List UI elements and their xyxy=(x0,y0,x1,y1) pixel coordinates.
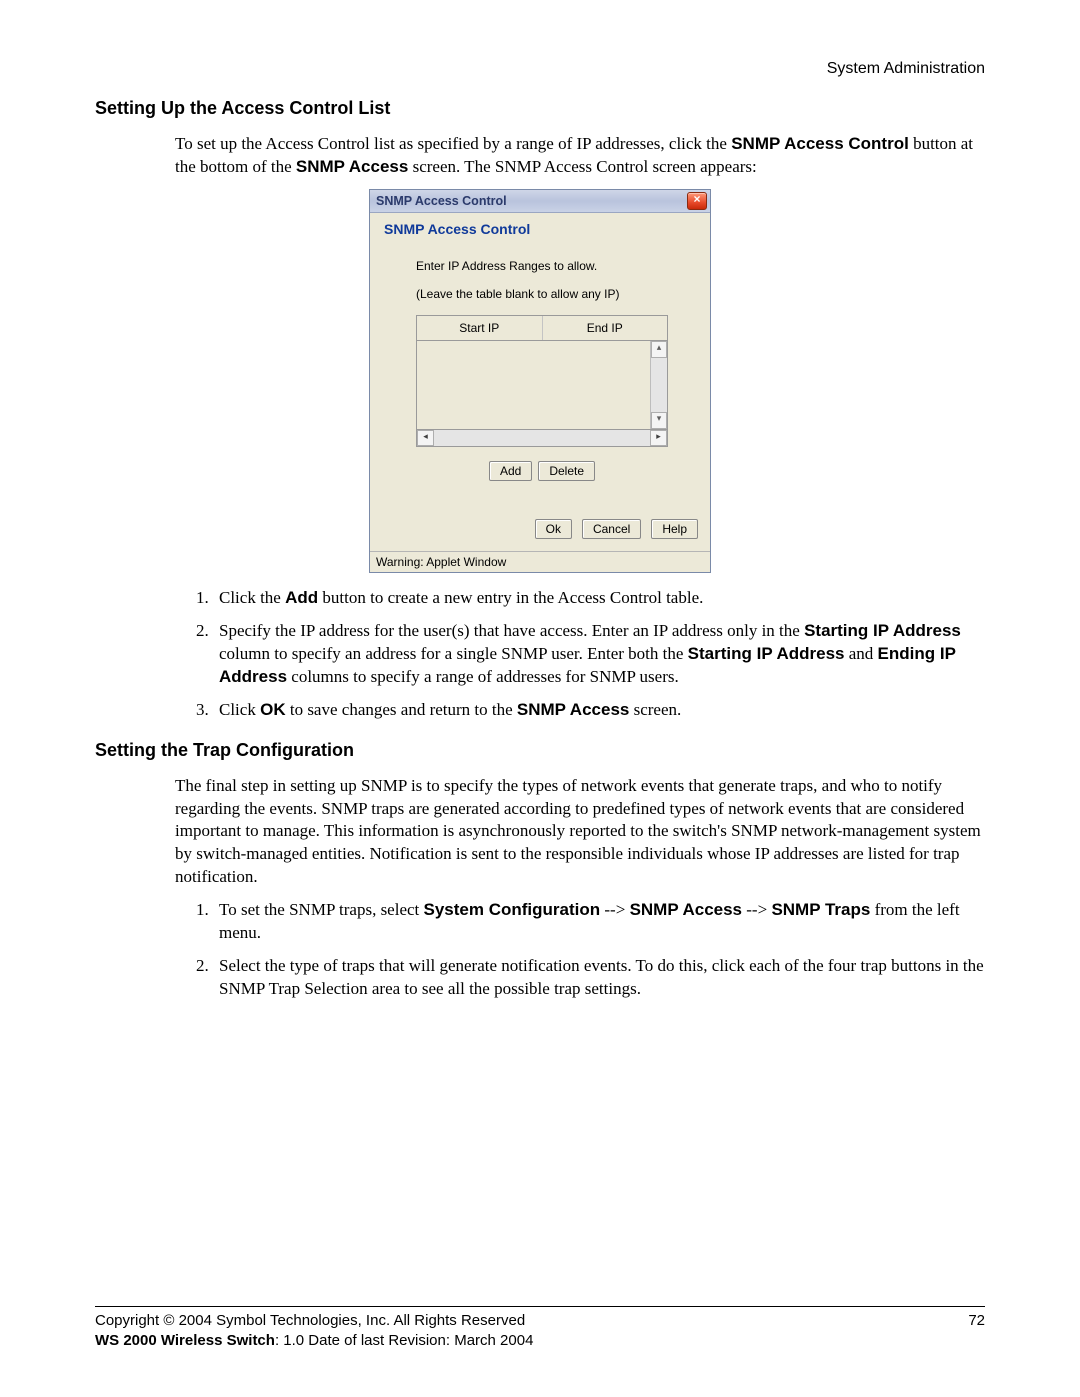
bold-text: SNMP Access xyxy=(517,700,629,719)
list-item: Click OK to save changes and return to t… xyxy=(213,699,985,722)
statusbar: Warning: Applet Window xyxy=(370,551,710,572)
bold-text: SNMP Access xyxy=(630,900,742,919)
table-body[interactable]: ▴ ▾ xyxy=(416,341,668,429)
scroll-up-icon[interactable]: ▴ xyxy=(651,341,667,358)
dialog-footer-buttons: Ok Cancel Help xyxy=(374,497,706,547)
text: screen. xyxy=(629,700,681,719)
ip-table: Start IP End IP ▴ ▾ ◂ ▸ xyxy=(416,315,668,447)
bold-text: SNMP Traps xyxy=(771,900,870,919)
text: Click the xyxy=(219,588,285,607)
copyright: Copyright © 2004 Symbol Technologies, In… xyxy=(95,1312,525,1329)
bold-text: Starting IP Address xyxy=(804,621,961,640)
panel-title: SNMP Access Control xyxy=(374,219,706,245)
table-header-row: Start IP End IP xyxy=(416,315,668,341)
page: System Administration Setting Up the Acc… xyxy=(0,0,1080,1397)
vertical-scrollbar[interactable]: ▴ ▾ xyxy=(650,341,667,429)
revision: : 1.0 Date of last Revision: March 2004 xyxy=(275,1332,533,1349)
bold-text: System Configuration xyxy=(424,900,601,919)
scroll-down-icon[interactable]: ▾ xyxy=(651,412,667,429)
acl-steps: Click the Add button to create a new ent… xyxy=(95,587,985,722)
text: --> xyxy=(742,900,771,919)
dialog-title: SNMP Access Control xyxy=(376,194,507,208)
section1-body: To set up the Access Control list as spe… xyxy=(175,133,985,179)
bold-text: OK xyxy=(260,700,286,719)
product-name: WS 2000 Wireless Switch xyxy=(95,1332,275,1349)
table-actions: Add Delete xyxy=(416,461,668,481)
cancel-button[interactable]: Cancel xyxy=(582,519,641,539)
list-item: To set the SNMP traps, select System Con… xyxy=(213,899,985,945)
dialog-figure: SNMP Access Control × SNMP Access Contro… xyxy=(95,189,985,573)
section2-body: The final step in setting up SNMP is to … xyxy=(175,775,985,890)
ok-button[interactable]: Ok xyxy=(535,519,572,539)
hint-text: (Leave the table blank to allow any IP) xyxy=(416,287,668,301)
scroll-right-icon[interactable]: ▸ xyxy=(650,430,667,446)
trap-steps: To set the SNMP traps, select System Con… xyxy=(95,899,985,1001)
trap-paragraph: The final step in setting up SNMP is to … xyxy=(175,775,985,890)
bold-text: Starting IP Address xyxy=(688,644,845,663)
text: To set up the Access Control list as spe… xyxy=(175,134,731,153)
text: Click xyxy=(219,700,260,719)
horizontal-scrollbar[interactable]: ◂ ▸ xyxy=(416,429,668,447)
footer-divider xyxy=(95,1306,985,1307)
help-button[interactable]: Help xyxy=(651,519,698,539)
list-item: Specify the IP address for the user(s) t… xyxy=(213,620,985,689)
text: --> xyxy=(600,900,629,919)
close-icon[interactable]: × xyxy=(687,192,707,210)
titlebar[interactable]: SNMP Access Control × xyxy=(370,190,710,213)
text: to save changes and return to the xyxy=(286,700,517,719)
intro-paragraph: To set up the Access Control list as spe… xyxy=(175,133,985,179)
text: To set the SNMP traps, select xyxy=(219,900,424,919)
list-item: Click the Add button to create a new ent… xyxy=(213,587,985,610)
delete-button[interactable]: Delete xyxy=(538,461,595,481)
col-end-ip[interactable]: End IP xyxy=(543,316,668,340)
text: Specify the IP address for the user(s) t… xyxy=(219,621,804,640)
text: column to specify an address for a singl… xyxy=(219,644,688,663)
bold-text: SNMP Access Control xyxy=(731,134,909,153)
bold-text: SNMP Access xyxy=(296,157,408,176)
dialog-inner: SNMP Access Control Enter IP Address Ran… xyxy=(370,213,710,551)
text: and xyxy=(845,644,878,663)
text: columns to specify a range of addresses … xyxy=(287,667,679,686)
footer-text: Copyright © 2004 Symbol Technologies, In… xyxy=(95,1311,968,1352)
col-start-ip[interactable]: Start IP xyxy=(417,316,543,340)
scroll-left-icon[interactable]: ◂ xyxy=(417,430,434,446)
add-button[interactable]: Add xyxy=(489,461,532,481)
list-item: Select the type of traps that will gener… xyxy=(213,955,985,1001)
text: screen. The SNMP Access Control screen a… xyxy=(408,157,756,176)
header-section: System Administration xyxy=(95,60,985,78)
hint-text: Enter IP Address Ranges to allow. xyxy=(416,259,668,273)
page-number: 72 xyxy=(968,1311,985,1352)
heading-trap: Setting the Trap Configuration xyxy=(95,740,985,761)
text: button to create a new entry in the Acce… xyxy=(318,588,703,607)
heading-acl: Setting Up the Access Control List xyxy=(95,98,985,119)
page-footer: Copyright © 2004 Symbol Technologies, In… xyxy=(95,1306,985,1352)
dialog-body: Enter IP Address Ranges to allow. (Leave… xyxy=(374,245,706,497)
snmp-access-control-dialog: SNMP Access Control × SNMP Access Contro… xyxy=(369,189,711,573)
bold-text: Add xyxy=(285,588,318,607)
